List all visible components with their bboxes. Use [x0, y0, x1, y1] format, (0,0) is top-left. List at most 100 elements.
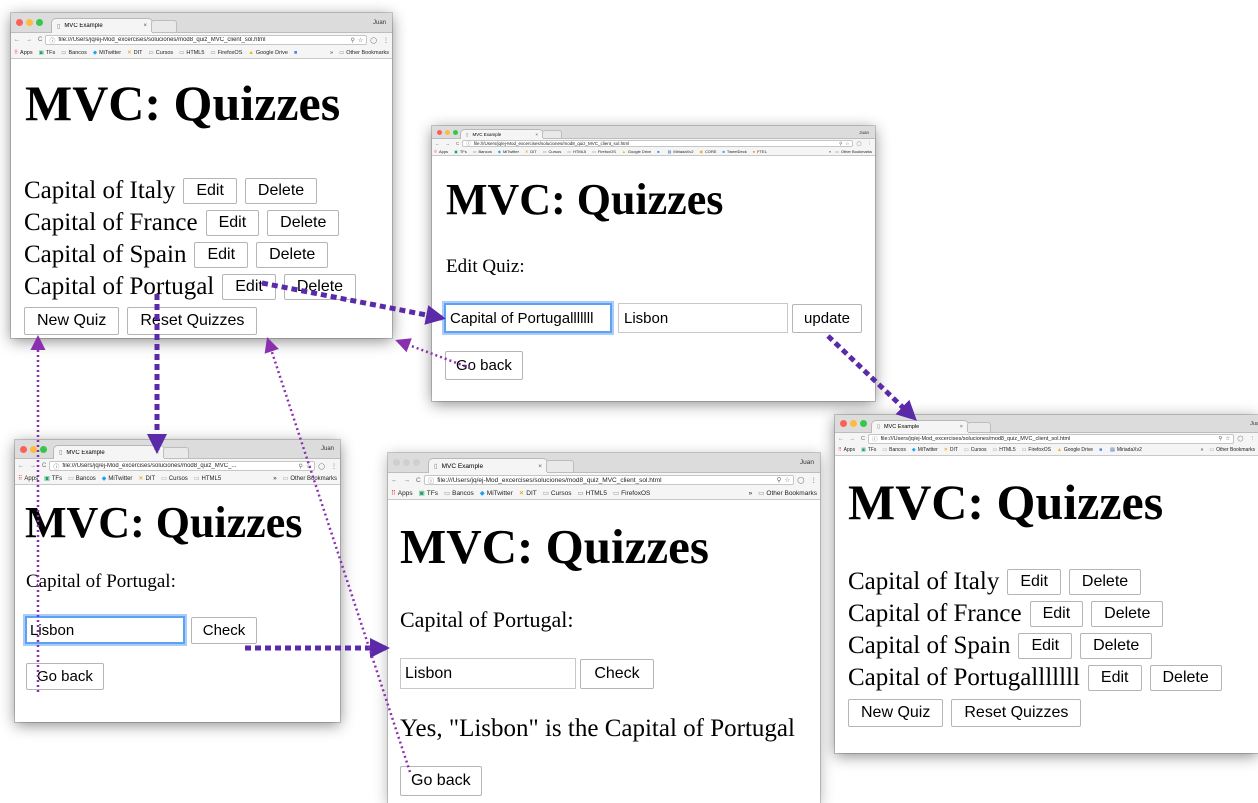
kebab-menu-icon[interactable]: ⋮: [868, 141, 873, 147]
bookmark-html5[interactable]: ▭ HTML5: [577, 489, 606, 498]
profile-name[interactable]: Juan: [859, 126, 869, 138]
kebab-menu-icon[interactable]: ⋮: [331, 463, 337, 470]
star-icon[interactable]: ☆: [306, 463, 311, 470]
arrow-left-icon[interactable]: ←: [435, 141, 440, 146]
answer-input[interactable]: Lisbon: [400, 658, 576, 689]
address-bar[interactable]: ⓘ file:///Users/jq/ej-Mod_excercises/sol…: [45, 34, 368, 46]
bookmark-firefoxos[interactable]: ▭ FirefoxOS: [210, 50, 242, 56]
bookmark-mitwitter[interactable]: ◆ MiTwitter: [498, 149, 519, 154]
close-window-icon[interactable]: [840, 420, 847, 427]
extension-icon[interactable]: ◯: [318, 463, 325, 470]
bookmark-dit[interactable]: ✕ DIT: [525, 149, 537, 154]
close-tab-icon[interactable]: ×: [535, 132, 538, 137]
extension-icon[interactable]: ◯: [856, 141, 861, 147]
edit-button[interactable]: Edit: [183, 178, 237, 204]
arrow-right-icon[interactable]: →: [30, 463, 36, 469]
bookmark-bancos[interactable]: ▭ Bancos: [68, 475, 96, 483]
bookmark-tfs[interactable]: ▣ TFs: [44, 475, 62, 483]
bookmark-tfs[interactable]: ▣ TFs: [454, 149, 467, 154]
kebab-menu-icon[interactable]: ⋮: [383, 37, 389, 44]
reload-icon[interactable]: C: [42, 463, 46, 469]
close-tab-icon[interactable]: ×: [143, 23, 147, 29]
arrow-left-icon[interactable]: ←: [838, 436, 844, 442]
address-bar[interactable]: ⓘ file:///Users/jq/ej-Mod_excercises/sol…: [423, 474, 795, 486]
star-icon[interactable]: ☆: [784, 476, 790, 484]
bookmark-mitwitter[interactable]: ◆ MiTwitter: [480, 489, 513, 498]
edit-button[interactable]: Edit: [222, 274, 276, 300]
bookmark-bancos[interactable]: ▭ Bancos: [473, 149, 492, 154]
maximize-window-icon[interactable]: [413, 459, 420, 466]
answer-input[interactable]: Lisbon: [618, 303, 788, 333]
reload-icon[interactable]: C: [861, 436, 865, 442]
bookmark-bancos[interactable]: ▭ Bancos: [882, 447, 905, 453]
edit-button[interactable]: Edit: [194, 242, 249, 268]
bookmark-html5[interactable]: ▭ HTML5: [179, 50, 204, 56]
delete-button[interactable]: Delete: [1091, 601, 1164, 627]
bookmark-apps[interactable]: ⠿ Apps: [18, 475, 38, 483]
close-tab-icon[interactable]: ×: [538, 463, 542, 470]
close-tab-icon[interactable]: ×: [155, 450, 159, 456]
reload-icon[interactable]: C: [456, 141, 459, 146]
bookmark-cursos[interactable]: ▭ Cursos: [149, 50, 174, 56]
update-button[interactable]: update: [792, 304, 862, 333]
zoom-icon[interactable]: ⚲: [839, 141, 842, 146]
extension-icon[interactable]: ◯: [797, 476, 804, 484]
star-icon[interactable]: ☆: [358, 37, 363, 44]
extension-icon[interactable]: ◯: [370, 37, 377, 44]
question-input[interactable]: Capital of Portugalllllll: [444, 303, 612, 333]
new-tab-button[interactable]: [967, 422, 991, 432]
go-back-button[interactable]: Go back: [445, 351, 523, 380]
bookmark-tfs[interactable]: ▣ TFs: [861, 447, 876, 453]
zoom-icon[interactable]: ⚲: [350, 37, 354, 44]
bookmark-dit[interactable]: ✕ DIT: [138, 475, 155, 483]
maximize-window-icon[interactable]: [40, 445, 47, 453]
zoom-icon[interactable]: ⚲: [777, 476, 782, 484]
close-window-icon[interactable]: [437, 129, 442, 135]
other-bookmarks[interactable]: » ▭ Other Bookmarks: [1196, 445, 1255, 455]
edit-button[interactable]: Edit: [1007, 569, 1061, 595]
bookmark-cursos[interactable]: ▭ Cursos: [543, 149, 561, 154]
close-window-icon[interactable]: [16, 19, 23, 26]
check-button[interactable]: Check: [580, 659, 654, 689]
bookmark-miriadax[interactable]: ▤ MiriadaXv2: [1110, 447, 1142, 453]
minimize-window-icon[interactable]: [30, 445, 37, 453]
close-window-icon[interactable]: [20, 445, 27, 453]
delete-button[interactable]: Delete: [1080, 633, 1153, 659]
other-bookmarks[interactable]: » ▭ Other Bookmarks: [744, 487, 817, 499]
star-icon[interactable]: ☆: [1225, 436, 1230, 442]
browser-tab[interactable]: ▯ MVC Example ×: [53, 445, 165, 459]
bookmark-html5[interactable]: ▭ HTML5: [567, 149, 586, 154]
arrow-right-icon[interactable]: →: [26, 37, 32, 43]
address-bar[interactable]: ⓘ file:///Users/jq/ej-Mod_excercises/sol…: [49, 460, 316, 472]
bookmark-mitwitter[interactable]: ◆ MiTwitter: [93, 50, 121, 56]
browser-tab[interactable]: ▯ MVC Example ×: [51, 18, 153, 33]
check-button[interactable]: Check: [191, 617, 257, 644]
profile-name[interactable]: Juan: [321, 440, 334, 458]
go-back-button[interactable]: Go back: [400, 766, 482, 796]
go-back-button[interactable]: Go back: [26, 663, 104, 690]
reset-quizzes-button[interactable]: Reset Quizzes: [127, 307, 258, 335]
bookmark-bancos[interactable]: ▭ Bancos: [444, 489, 474, 498]
bookmark-ftel[interactable]: ● FTEL: [753, 149, 767, 154]
arrow-left-icon[interactable]: ←: [14, 37, 20, 43]
maximize-window-icon[interactable]: [860, 420, 867, 427]
edit-button[interactable]: Edit: [205, 210, 260, 236]
other-bookmarks[interactable]: » ▭ Other Bookmarks: [325, 47, 389, 58]
kebab-menu-icon[interactable]: ⋮: [1250, 436, 1256, 442]
bookmark-mitwitter[interactable]: ◆ MiTwitter: [912, 447, 938, 453]
bookmark-firefoxos[interactable]: ▭ FirefoxOS: [613, 489, 650, 498]
delete-button[interactable]: Delete: [256, 242, 329, 268]
new-tab-button[interactable]: [542, 130, 562, 138]
zoom-icon[interactable]: ⚲: [1218, 436, 1222, 442]
bookmark-extra[interactable]: ■: [294, 50, 299, 56]
bookmark-dit[interactable]: ✕ DIT: [519, 489, 537, 498]
browser-tab[interactable]: ▯ MVC Example ×: [428, 458, 548, 473]
bookmark-tweetdeck[interactable]: ■ TweetDeck: [723, 149, 747, 154]
bookmark-tfs[interactable]: ▣ TFs: [419, 489, 438, 498]
new-quiz-button[interactable]: New Quiz: [848, 699, 944, 727]
bookmark-google-drive[interactable]: ▲ Google Drive: [248, 50, 288, 56]
profile-name[interactable]: Juan: [373, 13, 386, 32]
bookmark-google-drive[interactable]: ▲ Google Drive: [1057, 447, 1093, 453]
bookmark-html5[interactable]: ▭ HTML5: [993, 447, 1016, 453]
new-tab-button[interactable]: [151, 20, 177, 32]
